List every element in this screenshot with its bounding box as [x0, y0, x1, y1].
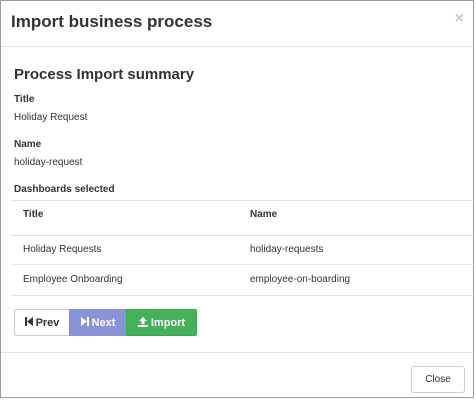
row-name-cell: employee-on-boarding [250, 274, 351, 285]
upload-icon [137, 316, 148, 329]
name-value: holiday-request [14, 157, 83, 168]
row-name-cell: holiday-requests [250, 244, 324, 255]
modal-title: Import business process [11, 12, 213, 31]
table-row: Employee Onboarding employee-on-boarding [11, 265, 474, 294]
row-title-cell: Employee Onboarding [23, 274, 123, 285]
modal-body: Process Import summary Title Holiday Req… [1, 47, 474, 353]
import-modal: Import business process × Process Import… [0, 0, 474, 398]
table-row: Holiday Requests holiday-requests [11, 235, 474, 265]
column-header-title: Title [23, 209, 44, 220]
title-label: Title [14, 94, 35, 105]
title-value: Holiday Request [14, 112, 88, 123]
modal-header: Import business process × [1, 1, 473, 47]
table-header-row: Title Name [11, 201, 474, 236]
import-button-label: Import [150, 316, 186, 329]
dashboards-selected-label: Dashboards selected [14, 184, 115, 195]
prev-button[interactable]: Prev [14, 309, 70, 336]
modal-footer: Close [1, 352, 473, 398]
step-forward-icon [80, 317, 89, 328]
name-label: Name [14, 139, 42, 150]
next-button[interactable]: Next [69, 309, 127, 336]
dashboards-table: Title Name Holiday Requests holiday-requ… [11, 200, 474, 296]
close-icon[interactable]: × [455, 11, 464, 27]
next-button-label: Next [91, 316, 116, 329]
close-button[interactable]: Close [411, 366, 465, 393]
summary-heading: Process Import summary [14, 66, 195, 83]
row-title-cell: Holiday Requests [23, 244, 102, 255]
column-header-name: Name [250, 209, 278, 220]
import-button[interactable]: Import [126, 309, 197, 336]
prev-button-label: Prev [35, 316, 60, 329]
step-backward-icon [24, 317, 33, 328]
